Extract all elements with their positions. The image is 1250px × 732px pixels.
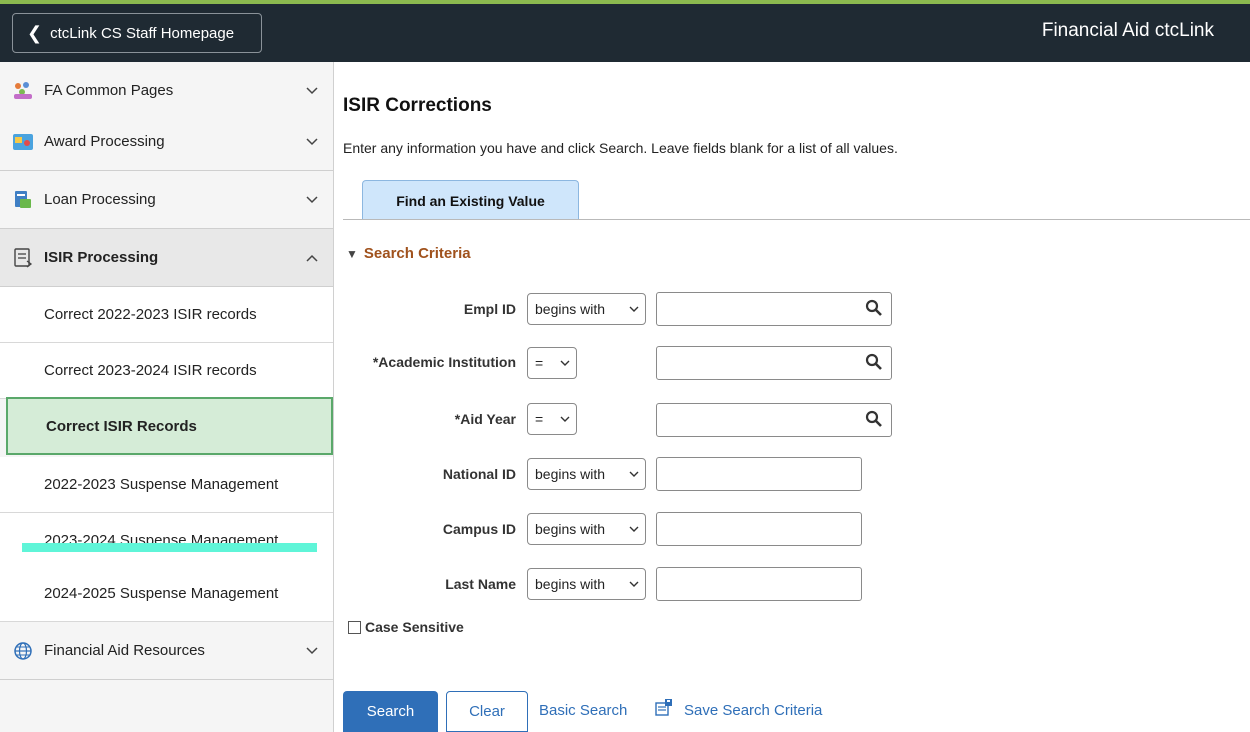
search-icon[interactable] — [864, 298, 884, 318]
sidebar-item-label: 2024-2025 Suspense Management — [44, 585, 279, 602]
last-name-operator-select[interactable]: begins with — [527, 568, 646, 600]
campus-id-operator-select[interactable]: begins with — [527, 513, 646, 545]
operator-value: begins with — [535, 576, 606, 592]
chevron-down-icon — [306, 87, 318, 95]
top-header: ❮ ctcLink CS Staff Homepage Financial Ai… — [0, 0, 1250, 62]
sidebar-item-label: Correct ISIR Records — [46, 417, 197, 435]
sidebar-item-label: Correct 2023-2024 ISIR records — [44, 362, 257, 379]
chevron-down-icon — [306, 138, 318, 146]
search-icon[interactable] — [864, 352, 884, 372]
sidebar-group-label: Financial Aid Resources — [44, 642, 205, 659]
case-sensitive-label: Case Sensitive — [365, 619, 464, 635]
document-icon — [12, 247, 34, 269]
chevron-down-icon — [629, 581, 639, 587]
globe-icon — [12, 640, 34, 662]
sidebar-group-label: ISIR Processing — [44, 249, 159, 266]
sidebar-group-label: Loan Processing — [44, 191, 156, 208]
sidebar-item-label: 2022-2023 Suspense Management — [44, 476, 279, 493]
sidebar-group-award-processing[interactable]: Award Processing — [0, 113, 333, 171]
campus-id-input[interactable] — [656, 512, 862, 546]
sidebar-item-correct-isir-records[interactable]: Correct ISIR Records — [6, 397, 333, 455]
aid-year-label: *Aid Year — [454, 411, 516, 427]
tab-find-existing-value[interactable]: Find an Existing Value — [362, 180, 579, 220]
sidebar-group-label: FA Common Pages — [44, 82, 174, 99]
operator-value: begins with — [535, 301, 606, 317]
empl-id-label: Empl ID — [463, 301, 516, 317]
chevron-down-icon — [306, 196, 318, 204]
sidebar-item-correct-2023-2024[interactable]: Correct 2023-2024 ISIR records — [0, 343, 333, 399]
campus-id-label: Campus ID — [442, 521, 516, 537]
sidebar-group-financial-aid-resources[interactable]: Financial Aid Resources — [0, 622, 333, 680]
chevron-down-icon — [560, 360, 570, 366]
chevron-down-icon — [306, 647, 318, 655]
academic-institution-input[interactable] — [656, 346, 892, 380]
clear-button[interactable]: Clear — [446, 691, 528, 732]
last-name-input[interactable] — [656, 567, 862, 601]
search-icon[interactable] — [864, 409, 884, 429]
academic-institution-operator-select[interactable]: = — [527, 347, 577, 379]
aid-year-input[interactable] — [656, 403, 892, 437]
operator-value: begins with — [535, 466, 606, 482]
academic-institution-label: *Academic Institution — [372, 354, 516, 370]
page-title: ISIR Corrections — [343, 95, 492, 116]
chevron-up-icon — [306, 254, 318, 262]
people-icon — [12, 80, 34, 102]
section-heading: Search Criteria — [363, 245, 471, 262]
national-id-label: National ID — [442, 466, 516, 482]
search-button[interactable]: Search — [343, 691, 438, 732]
chevron-left-icon: ❮ — [27, 22, 43, 43]
sidebar-group-loan-processing[interactable]: Loan Processing — [0, 171, 333, 229]
basic-search-link[interactable]: Basic Search — [539, 702, 627, 719]
header-accent-line — [0, 0, 1250, 4]
chevron-down-icon — [560, 416, 570, 422]
chevron-down-icon — [629, 306, 639, 312]
app-title: Financial Aid ctcLink — [1041, 20, 1214, 41]
national-id-operator-select[interactable]: begins with — [527, 458, 646, 490]
loan-icon — [12, 189, 34, 211]
case-sensitive-row: Case Sensitive — [348, 619, 464, 635]
empl-id-input[interactable] — [656, 292, 892, 326]
case-sensitive-checkbox[interactable] — [348, 620, 361, 634]
homepage-back-button[interactable]: ❮ ctcLink CS Staff Homepage — [12, 13, 262, 53]
text-highlight-marker — [22, 543, 317, 552]
last-name-label: Last Name — [445, 576, 516, 592]
homepage-back-label: ctcLink CS Staff Homepage — [50, 24, 235, 42]
chevron-down-icon — [629, 526, 639, 532]
operator-value: begins with — [535, 521, 606, 537]
save-search-icon[interactable] — [654, 698, 674, 718]
award-card-icon — [12, 131, 34, 153]
triangle-down-icon: ▼ — [346, 246, 358, 261]
sidebar-group-isir-processing[interactable]: ISIR Processing — [0, 229, 333, 287]
operator-value: = — [535, 411, 544, 427]
empl-id-operator-select[interactable]: begins with — [527, 293, 646, 325]
sidebar-item-suspense-2023-2024[interactable]: 2023-2024 Suspense Management — [0, 513, 333, 569]
save-search-criteria-link[interactable]: Save Search Criteria — [684, 702, 822, 719]
aid-year-operator-select[interactable]: = — [527, 403, 577, 435]
national-id-input[interactable] — [656, 457, 862, 491]
sidebar-item-correct-2022-2023[interactable]: Correct 2022-2023 ISIR records — [0, 287, 333, 343]
sidebar-item-suspense-2024-2025[interactable]: 2024-2025 Suspense Management — [0, 566, 333, 622]
tab-divider — [343, 219, 1250, 220]
chevron-down-icon — [629, 471, 639, 477]
operator-value: = — [535, 355, 544, 371]
search-criteria-toggle[interactable]: ▼ Search Criteria — [346, 245, 471, 262]
instructions-text: Enter any information you have and click… — [343, 140, 898, 156]
sidebar-item-suspense-2022-2023[interactable]: 2022-2023 Suspense Management — [0, 457, 333, 513]
sidebar-group-label: Award Processing — [44, 133, 165, 150]
sidebar-item-label: Correct 2022-2023 ISIR records — [44, 306, 257, 323]
sidebar: FA Common Pages Award Processing Loan Pr… — [0, 62, 334, 732]
sidebar-group-fa-common-pages[interactable]: FA Common Pages — [0, 62, 333, 120]
